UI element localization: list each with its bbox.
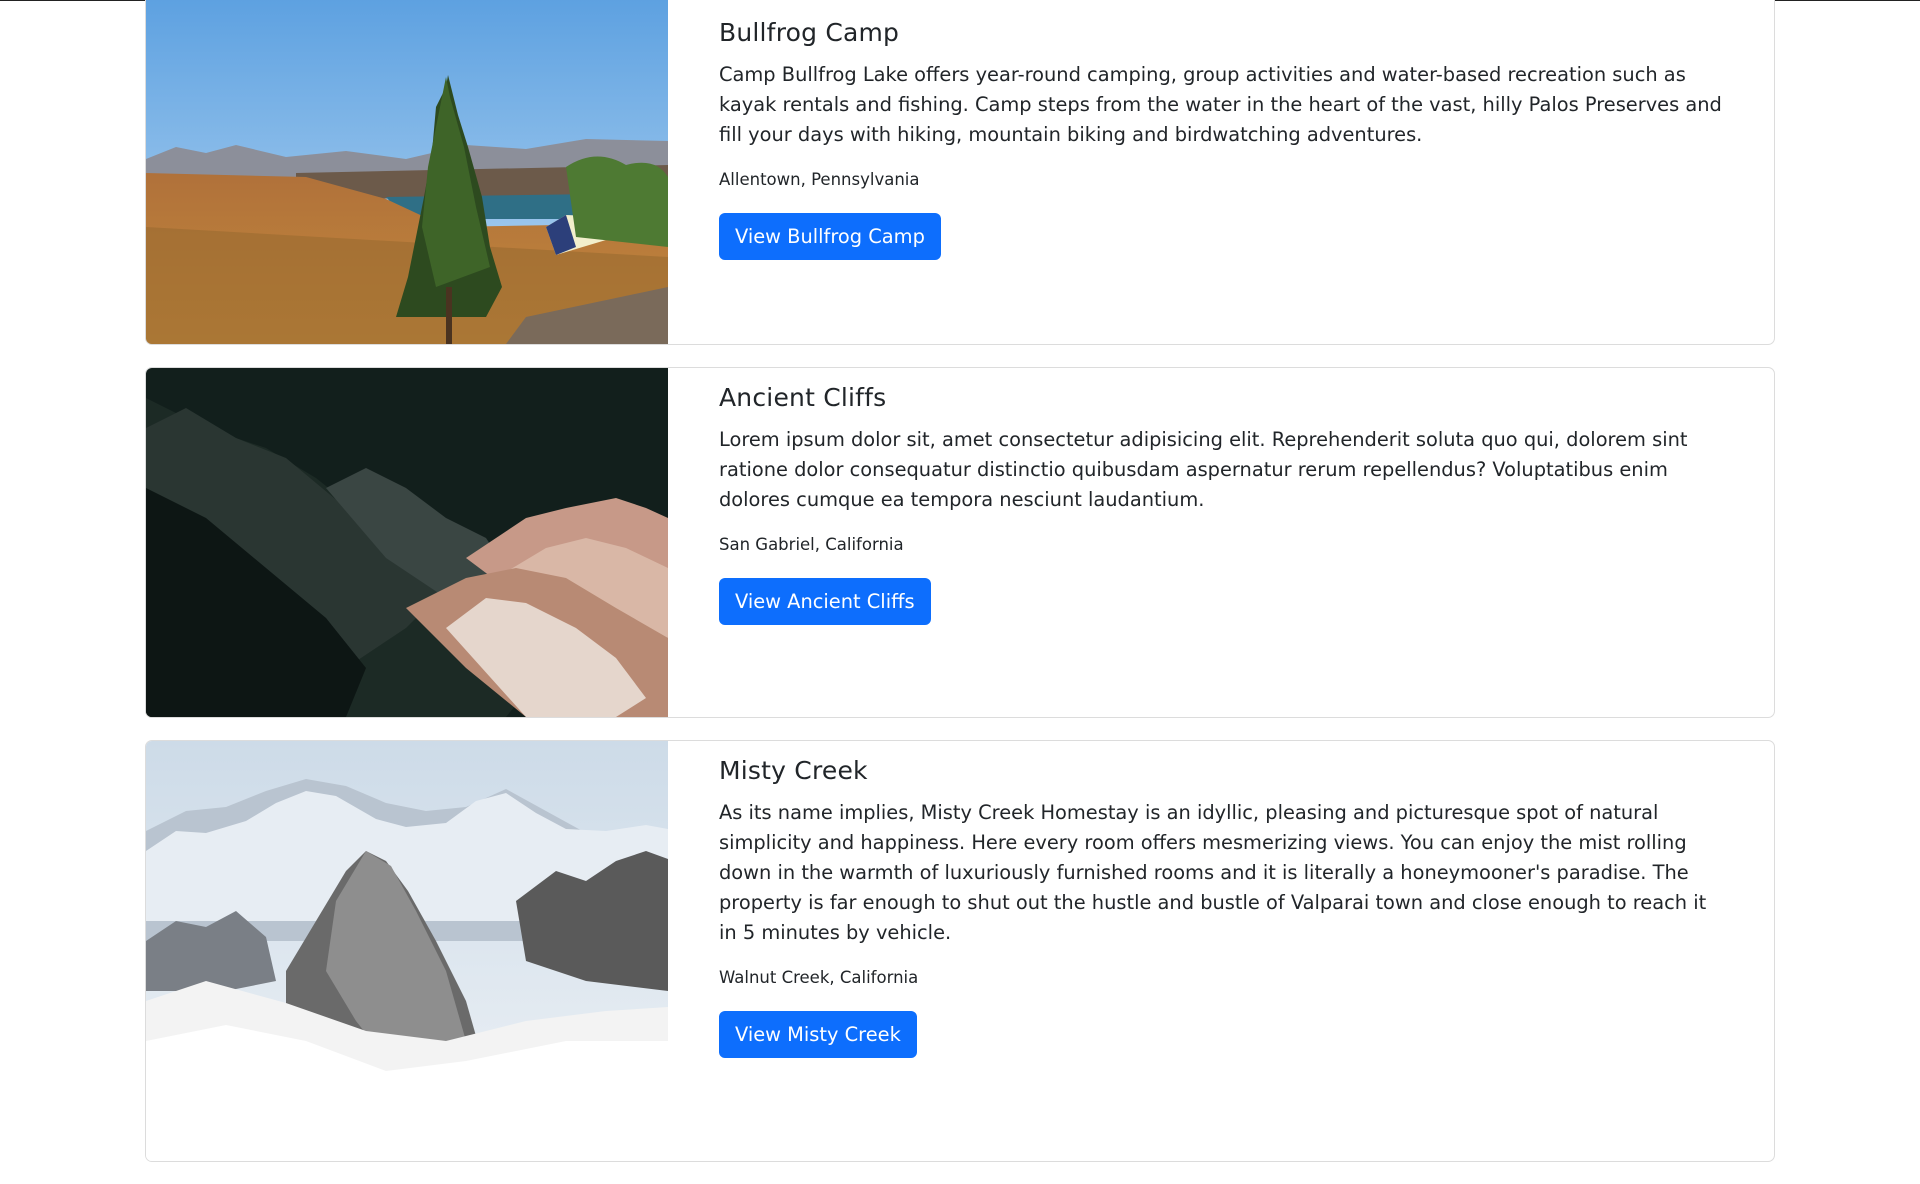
card-body: Bullfrog Camp Camp Bullfrog Lake offers … — [668, 0, 1774, 344]
view-campground-button[interactable]: View Misty Creek — [719, 1010, 917, 1058]
campground-image — [146, 741, 668, 1161]
campground-location: Allentown, Pennsylvania — [719, 170, 920, 189]
campground-title: Ancient Cliffs — [719, 383, 887, 412]
card-body: Ancient Cliffs Lorem ipsum dolor sit, am… — [668, 368, 1774, 717]
campground-card: Ancient Cliffs Lorem ipsum dolor sit, am… — [145, 367, 1775, 718]
campground-image — [146, 0, 668, 344]
campground-location: Walnut Creek, California — [719, 968, 919, 987]
campground-title: Misty Creek — [719, 756, 868, 785]
view-campground-button[interactable]: View Bullfrog Camp — [719, 212, 941, 260]
campground-image — [146, 368, 668, 717]
campground-description: Camp Bullfrog Lake offers year-round cam… — [719, 63, 1722, 146]
campground-card: Misty Creek As its name implies, Misty C… — [145, 740, 1775, 1162]
card-body: Misty Creek As its name implies, Misty C… — [668, 741, 1774, 1161]
campground-card: Bullfrog Camp Camp Bullfrog Lake offers … — [145, 0, 1775, 345]
view-campground-button[interactable]: View Ancient Cliffs — [719, 577, 931, 625]
campground-location: San Gabriel, California — [719, 535, 904, 554]
campground-description: As its name implies, Misty Creek Homesta… — [719, 801, 1707, 944]
campground-list: Bullfrog Camp Camp Bullfrog Lake offers … — [145, 0, 1775, 1184]
campground-title: Bullfrog Camp — [719, 18, 900, 47]
campground-description: Lorem ipsum dolor sit, amet consectetur … — [719, 428, 1688, 511]
